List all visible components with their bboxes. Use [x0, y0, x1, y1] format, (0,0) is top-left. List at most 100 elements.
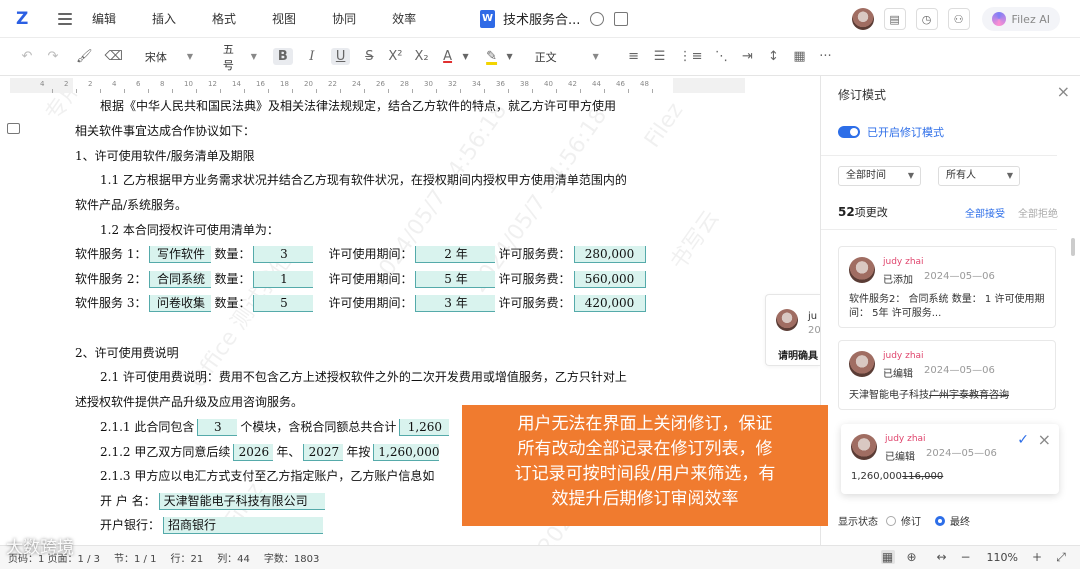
- doc-paragraph[interactable]: 述授权软件提供产品升级及应用咨询服务。: [75, 393, 303, 410]
- page-view-icon[interactable]: ▦: [880, 550, 895, 564]
- doc-paragraph[interactable]: 软件产品/系统服务。: [75, 196, 187, 213]
- zoom-out-icon[interactable]: −: [959, 550, 973, 564]
- revision-card[interactable]: judy zhai 已添加 2024—05—06 软件服务2： 合同系统 数量：…: [838, 246, 1056, 328]
- zoom-in-icon[interactable]: +: [1030, 550, 1044, 564]
- doc-paragraph[interactable]: 1.2 本合同授权许可使用清单为：: [100, 221, 279, 238]
- align-icon[interactable]: ≡: [627, 49, 641, 64]
- document-title[interactable]: W 技术服务合...: [480, 9, 629, 28]
- quantity-field[interactable]: 1: [253, 271, 314, 288]
- menu-insert[interactable]: 插入: [152, 10, 176, 27]
- web-view-icon[interactable]: ⊕: [905, 550, 919, 564]
- redo-icon[interactable]: ↷: [46, 49, 60, 64]
- radio-revision-label[interactable]: 修订: [901, 513, 921, 528]
- comment-balloon[interactable]: ju 20 请明确具: [765, 294, 821, 366]
- reject-close-icon[interactable]: ×: [1038, 430, 1051, 449]
- fee-field[interactable]: 420,000: [573, 295, 646, 312]
- contract-total-field[interactable]: 1,260: [399, 419, 450, 436]
- save-icon[interactable]: [614, 11, 629, 26]
- radio-final[interactable]: [935, 515, 945, 526]
- fit-width-icon[interactable]: ↔: [935, 550, 949, 564]
- doc-heading[interactable]: 2、许可使用费说明: [75, 344, 179, 361]
- year-field[interactable]: 2027: [303, 444, 344, 461]
- doc-paragraph[interactable]: 相关软件事宜达成合作协议如下：: [75, 122, 255, 139]
- radio-final-label[interactable]: 最终: [950, 513, 970, 528]
- comment-icon[interactable]: ▤: [883, 8, 906, 30]
- user-avatar[interactable]: [851, 8, 874, 30]
- period-field[interactable]: 2 年: [415, 246, 496, 263]
- bullet-list-icon[interactable]: ☰: [653, 49, 667, 64]
- indent-icon[interactable]: ⇥: [741, 49, 755, 64]
- doc-paragraph[interactable]: 2.1.3 甲方应以电汇方式支付至乙方指定账户，乙方账户信息如: [100, 467, 434, 484]
- accept-check-icon[interactable]: ✓: [1017, 432, 1029, 448]
- highlight-pen-icon[interactable]: ✎: [485, 49, 499, 64]
- table-icon[interactable]: ▦: [793, 49, 807, 64]
- font-family-select[interactable]: 宋体 ▼: [145, 49, 203, 65]
- fee-field[interactable]: 280,000: [573, 246, 646, 263]
- clear-format-icon[interactable]: ⌫: [105, 49, 123, 64]
- user-filter-select[interactable]: 所有人 ▼: [938, 166, 1020, 186]
- multilevel-list-icon[interactable]: ⋱: [715, 49, 729, 64]
- bold-button[interactable]: B: [272, 48, 293, 65]
- line-spacing-icon[interactable]: ↕: [767, 49, 781, 64]
- revision-card-active[interactable]: judy zhai 已编辑 2024—05—06 ✓ × 1,260,00011…: [841, 424, 1059, 494]
- doc-paragraph[interactable]: 开户银行： 招商银行: [100, 516, 326, 534]
- chevron-down-icon[interactable]: ▼: [503, 52, 517, 61]
- doc-paragraph[interactable]: 根据《中华人民共和国民法典》及相关法律法规规定，结合乙方软件的特点，就乙方许可甲…: [100, 97, 616, 114]
- accept-all-button[interactable]: 全部接受: [965, 205, 1005, 220]
- menu-edit[interactable]: 编辑: [92, 10, 116, 27]
- underline-button[interactable]: U: [330, 48, 351, 65]
- share-users-icon[interactable]: ⚇: [947, 8, 970, 30]
- revision-mode-toggle[interactable]: [838, 126, 860, 138]
- doc-paragraph[interactable]: 1.1 乙方根据甲方业务需求状况并结合乙方现有软件状况，在授权期间内授权甲方使用…: [100, 171, 627, 188]
- paragraph-style-select[interactable]: 正文 ▼: [535, 49, 609, 65]
- radio-revision[interactable]: [886, 515, 896, 526]
- font-size-select[interactable]: 五号 ▼: [223, 41, 257, 73]
- document-title-text[interactable]: 技术服务合...: [503, 9, 580, 28]
- doc-paragraph[interactable]: 开 户 名： 天津智能电子科技有限公司: [100, 492, 328, 510]
- italic-button[interactable]: I: [305, 49, 319, 64]
- doc-paragraph[interactable]: 2.1.1 此合同包含 3 个模块，含税合同额总共合计 1,260: [100, 418, 452, 436]
- revision-card[interactable]: judy zhai 已编辑 2024—05—06 天津智能电子科技广州宇泰教育咨…: [838, 340, 1056, 410]
- panel-scrollbar[interactable]: [1071, 238, 1075, 256]
- more-icon[interactable]: ···: [819, 49, 833, 64]
- app-logo[interactable]: Z: [16, 9, 36, 29]
- module-count-field[interactable]: 3: [197, 419, 238, 436]
- doc-paragraph[interactable]: 2.1.2 甲乙双方同意后续 2026 年、 2027 年按 1,260,000: [100, 443, 442, 461]
- period-field[interactable]: 5 年: [415, 271, 496, 288]
- doc-paragraph[interactable]: 2.1 许可使用费说明：费用不包含乙方上述授权软件之外的二次开发费用或增值服务，…: [100, 368, 627, 385]
- software-name-field[interactable]: 问卷收集: [149, 295, 212, 312]
- menu-collaborate[interactable]: 协同: [332, 10, 356, 27]
- zoom-level[interactable]: 110%: [987, 551, 1018, 564]
- horizontal-ruler[interactable]: 4 2 2 4 6 8 10 12 14 16 18 20 22 24 26 28 30 32 34 36 38 40 42…: [10, 78, 745, 93]
- comment-panel-icon[interactable]: [7, 123, 20, 134]
- numbered-list-icon[interactable]: ⋮≡: [679, 49, 703, 64]
- reject-all-button[interactable]: 全部拒绝: [1018, 205, 1058, 220]
- chevron-down-icon[interactable]: ▼: [459, 52, 473, 61]
- subscript-button[interactable]: X₂: [414, 49, 428, 64]
- undo-icon[interactable]: ↶: [20, 49, 34, 64]
- strikethrough-button[interactable]: S: [362, 49, 376, 64]
- menu-efficiency[interactable]: 效率: [392, 10, 416, 27]
- bank-field[interactable]: 招商银行: [163, 517, 324, 534]
- menu-format[interactable]: 格式: [212, 10, 236, 27]
- sync-status-icon[interactable]: [590, 11, 605, 26]
- account-name-field[interactable]: 天津智能电子科技有限公司: [158, 493, 325, 510]
- software-name-field[interactable]: 合同系统: [149, 271, 212, 288]
- year-field[interactable]: 2026: [233, 444, 274, 461]
- doc-heading[interactable]: 1、许可使用软件/服务清单及期限: [75, 147, 255, 164]
- history-icon[interactable]: ◷: [915, 8, 938, 30]
- filez-ai-button[interactable]: Filez AI: [981, 7, 1060, 31]
- fullscreen-icon[interactable]: ⤢: [1054, 550, 1068, 564]
- quantity-field[interactable]: 5: [253, 295, 314, 312]
- menu-view[interactable]: 视图: [272, 10, 296, 27]
- close-icon[interactable]: ×: [1057, 82, 1070, 101]
- amount-field[interactable]: 1,260,000: [373, 444, 439, 461]
- font-color-icon[interactable]: A: [441, 49, 455, 64]
- time-filter-select[interactable]: 全部时间 ▼: [838, 166, 921, 186]
- period-field[interactable]: 3 年: [415, 295, 496, 312]
- quantity-field[interactable]: 3: [253, 246, 314, 263]
- fee-field[interactable]: 560,000: [573, 271, 646, 288]
- superscript-button[interactable]: X²: [388, 49, 402, 64]
- software-name-field[interactable]: 写作软件: [149, 246, 212, 263]
- format-painter-icon[interactable]: 🖌: [76, 49, 93, 64]
